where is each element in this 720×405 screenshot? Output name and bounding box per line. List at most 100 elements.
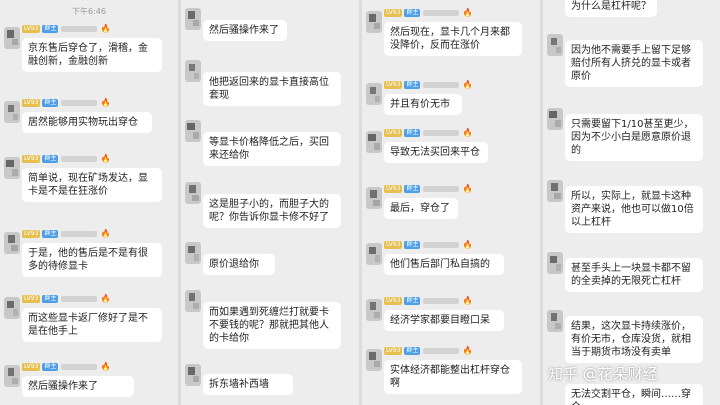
- level-badge: LV93: [384, 185, 403, 193]
- fire-icon: 🔥: [100, 24, 111, 33]
- fire-icon: 🔥: [100, 362, 111, 371]
- message-3-7: LV93 群主 🔥 实体经济都能整出杠杆穿仓啊: [362, 346, 540, 405]
- avatar[interactable]: [547, 180, 563, 202]
- message-1-5: LV93 群主 🔥 而这些显卡返厂修好了是不是在他手上: [0, 294, 178, 354]
- message-bubble[interactable]: 拆东墙补西墙: [203, 374, 293, 395]
- level-badge: LV93: [22, 155, 41, 163]
- message-1-2: LV93 群主 🔥 居然能够用实物玩出穿仓: [0, 98, 178, 142]
- chat-column-1[interactable]: 下午6:46 LV93 群主 🔥 京东售后穿仓了，滑稽，金融创新，金融创新 LV93…: [0, 0, 178, 405]
- avatar[interactable]: [366, 243, 382, 265]
- avatar[interactable]: [366, 299, 382, 321]
- fire-icon: 🔥: [100, 98, 111, 107]
- avatar[interactable]: [185, 242, 201, 264]
- sender-name-blurred: [61, 296, 98, 302]
- message-2-3: 等显卡价格降低之后，买回来还给你: [181, 120, 359, 168]
- avatar[interactable]: [4, 297, 20, 319]
- message-3-5: LV93 群主 🔥 他们售后部门私自搞的: [362, 240, 540, 280]
- role-badge: 群主: [404, 129, 421, 137]
- fire-icon: 🔥: [462, 128, 473, 137]
- avatar[interactable]: [547, 310, 563, 332]
- role-badge: 群主: [404, 297, 421, 305]
- message-4-5: 甚至手头上一块显卡都不留的全卖掉的无限死亡杠杆: [543, 252, 720, 296]
- avatar[interactable]: [366, 349, 382, 371]
- role-badge: 群主: [404, 347, 421, 355]
- avatar[interactable]: [4, 232, 20, 254]
- message-2-5: 原价退给你: [181, 242, 359, 278]
- avatar[interactable]: [4, 365, 20, 387]
- message-bubble[interactable]: 然后现在，显卡几个月来都没降价，反而在涨价: [384, 22, 522, 56]
- sender-meta: LV93 群主 🔥: [384, 80, 472, 90]
- message-bubble[interactable]: 而这些显卡返厂修好了是不是在他手上: [22, 308, 162, 342]
- message-1-3: LV93 群主 🔥 简单说，现在矿场发达，显卡是不是在狂涨价: [0, 154, 178, 214]
- chat-column-4[interactable]: 为什么是杠杆呢？ 因为他不需要手上留下足够赔付所有人挤兑的显卡或者原价 只需要留…: [543, 0, 720, 405]
- avatar[interactable]: [4, 27, 20, 49]
- avatar[interactable]: [547, 252, 563, 274]
- message-bubble[interactable]: 并且有价无市: [384, 94, 462, 115]
- message-bubble[interactable]: 他把返回来的显卡直接高位套现: [203, 72, 341, 106]
- message-bubble[interactable]: 导致无法买回来平仓: [384, 142, 488, 163]
- message-bubble[interactable]: 然后骚操作来了: [203, 20, 287, 41]
- level-badge: LV93: [22, 295, 41, 303]
- avatar[interactable]: [4, 101, 20, 123]
- role-badge: 群主: [404, 185, 421, 193]
- message-4-7: 无法交割平仓，瞬间……穿仓: [543, 384, 720, 405]
- message-bubble[interactable]: 这是胆子小的，而胆子大的呢？你告诉你显卡修不好了: [203, 194, 341, 228]
- role-badge: 群主: [404, 81, 421, 89]
- message-4-2: 因为他不需要手上留下足够赔付所有人挤兑的显卡或者原价: [543, 34, 720, 90]
- message-bubble[interactable]: 所以，实际上，就显卡这种资产来说，他也可以做10倍以上杠杆: [565, 186, 703, 233]
- message-4-4: 所以，实际上，就显卡这种资产来说，他也可以做10倍以上杠杆: [543, 180, 720, 236]
- message-bubble[interactable]: 实体经济都能整出杠杆穿仓啊: [384, 360, 522, 394]
- sender-name-blurred: [423, 298, 460, 304]
- message-bubble[interactable]: 原价退给你: [203, 254, 275, 275]
- avatar[interactable]: [366, 131, 382, 153]
- sender-name-blurred: [423, 186, 460, 192]
- sender-name-blurred: [423, 10, 460, 16]
- sender-meta: LV93 群主 🔥: [22, 362, 110, 372]
- avatar[interactable]: [366, 83, 382, 105]
- message-1-6: LV93 群主 🔥 然后骚操作来了: [0, 362, 178, 405]
- message-bubble[interactable]: 只需要留下1/10甚至更少，因为不少小白是愿意原价退的: [565, 114, 703, 161]
- message-bubble[interactable]: 京东售后穿仓了，滑稽，金融创新，金融创新: [22, 38, 162, 72]
- avatar[interactable]: [4, 157, 20, 179]
- level-badge: LV93: [22, 363, 41, 371]
- message-bubble[interactable]: 而如果遇到死缠烂打就要卡不要钱的呢？那就把其他人的卡给你: [203, 302, 341, 349]
- message-bubble[interactable]: 最后，穿仓了: [384, 198, 458, 219]
- message-3-3: LV93 群主 🔥 导致无法买回来平仓: [362, 128, 540, 168]
- role-badge: 群主: [42, 295, 59, 303]
- message-bubble[interactable]: 甚至手头上一块显卡都不留的全卖掉的无限死亡杠杆: [565, 258, 703, 292]
- avatar[interactable]: [366, 11, 382, 33]
- message-bubble[interactable]: 结果，这次显卡持续涨价，有价无市，仓库没货，就相当于期货市场没有卖单: [565, 316, 703, 363]
- message-bubble[interactable]: 然后骚操作来了: [22, 376, 134, 397]
- chat-column-2[interactable]: 然后骚操作来了 他把返回来的显卡直接高位套现 等显卡价格降低之后，买回来还给你 …: [181, 0, 359, 405]
- avatar[interactable]: [547, 108, 563, 130]
- message-1-1: LV93 群主 🔥 京东售后穿仓了，滑稽，金融创新，金融创新: [0, 24, 178, 94]
- avatar[interactable]: [185, 182, 201, 204]
- message-bubble[interactable]: 经济学家都要目瞪口呆: [384, 310, 504, 331]
- avatar[interactable]: [185, 120, 201, 142]
- fire-icon: 🔥: [100, 229, 111, 238]
- watermark: 知乎 @花朵财经: [548, 365, 658, 383]
- fire-icon: 🔥: [100, 154, 111, 163]
- message-bubble[interactable]: 于是，他的售后是不是有很多的待修显卡: [22, 243, 162, 277]
- message-bubble[interactable]: 无法交割平仓，瞬间……穿仓: [565, 384, 703, 405]
- message-bubble[interactable]: 因为他不需要手上留下足够赔付所有人挤兑的显卡或者原价: [565, 40, 703, 87]
- message-bubble[interactable]: 为什么是杠杆呢？: [565, 0, 657, 17]
- sender-meta: LV93 群主 🔥: [22, 229, 110, 239]
- message-bubble[interactable]: 等显卡价格降低之后，买回来还给你: [203, 132, 341, 166]
- avatar[interactable]: [366, 187, 382, 209]
- role-badge: 群主: [404, 241, 421, 249]
- message-3-2: LV93 群主 🔥 并且有价无市: [362, 80, 540, 120]
- avatar[interactable]: [185, 364, 201, 386]
- avatar[interactable]: [185, 60, 201, 82]
- avatar[interactable]: [185, 8, 201, 30]
- message-bubble[interactable]: 居然能够用实物玩出穿仓: [22, 112, 152, 133]
- sender-meta: LV93 群主 🔥: [22, 154, 110, 164]
- message-bubble[interactable]: 他们售后部门私自搞的: [384, 254, 504, 275]
- avatar[interactable]: [547, 34, 563, 56]
- chat-column-3[interactable]: LV93 群主 🔥 然后现在，显卡几个月来都没降价，反而在涨价 LV93 群主 🔥 并且…: [362, 0, 540, 405]
- message-bubble[interactable]: 简单说，现在矿场发达，显卡是不是在狂涨价: [22, 168, 162, 202]
- sender-meta: LV93 群主 🔥: [384, 296, 472, 306]
- avatar[interactable]: [185, 290, 201, 312]
- message-2-4: 这是胆子小的，而胆子大的呢？你告诉你显卡修不好了: [181, 182, 359, 230]
- fire-icon: 🔥: [462, 80, 473, 89]
